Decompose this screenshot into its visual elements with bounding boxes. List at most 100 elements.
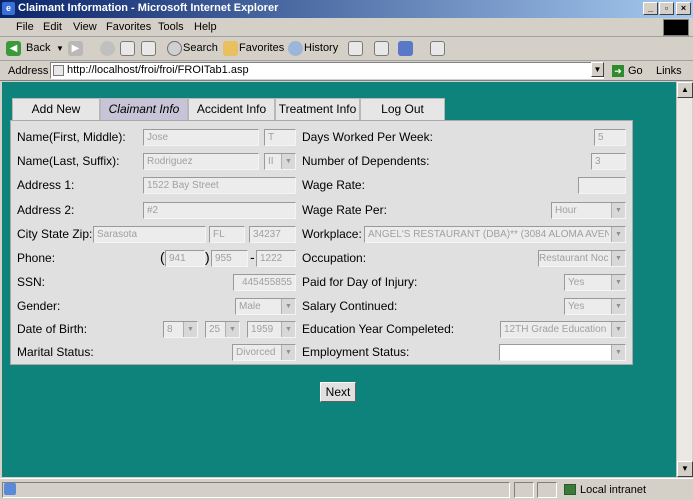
label-name-first: Name(First, Middle): (17, 130, 126, 144)
back-dropdown-icon[interactable]: ▼ (56, 44, 64, 53)
label-address1: Address 1: (17, 178, 75, 192)
search-icon[interactable] (167, 41, 182, 56)
minimize-button[interactable]: _ (643, 2, 658, 15)
state-field[interactable]: FL (209, 226, 245, 243)
page-icon (53, 65, 64, 76)
links-button[interactable]: Links (656, 65, 682, 77)
mail-icon[interactable] (348, 41, 363, 56)
label-ssn: SSN: (17, 275, 46, 289)
ssn-field[interactable]: 445455855 (233, 274, 296, 291)
gender-select[interactable]: Male ▼ (235, 298, 296, 315)
chevron-down-icon: ▼ (611, 203, 625, 218)
windows-logo-icon (663, 19, 689, 36)
dob-month-value: 8 (167, 324, 173, 335)
salary-continued-value: Yes (568, 301, 585, 312)
education-select[interactable]: 12TH Grade Education ▼ (500, 321, 626, 338)
dob-day-select[interactable]: 25 ▼ (205, 321, 240, 338)
vertical-scrollbar[interactable]: ▲ ▼ (676, 82, 693, 477)
status-segment-2 (537, 482, 557, 498)
menu-tools[interactable]: Tools (158, 21, 184, 33)
status-bar: Local intranet (0, 478, 693, 500)
menu-file[interactable]: File (16, 21, 34, 33)
forward-arrow-icon[interactable]: ▶ (68, 41, 83, 56)
address-input[interactable]: http://localhost/froi/froi/FROITab1.asp (50, 62, 604, 79)
address-url: http://localhost/froi/froi/FROITab1.asp (67, 64, 249, 76)
paid-injury-value: Yes (568, 277, 585, 288)
dependents-field[interactable]: 3 (591, 153, 626, 170)
search-button[interactable]: Search (183, 42, 218, 54)
menu-help[interactable]: Help (194, 21, 217, 33)
zip-field[interactable]: 34237 (249, 226, 296, 243)
edit-word-icon[interactable] (398, 41, 413, 56)
phone-prefix-field[interactable]: 955 (211, 250, 248, 267)
label-paid-injury: Paid for Day of Injury: (302, 275, 418, 289)
label-dob: Date of Birth: (17, 322, 88, 336)
dob-day-value: 25 (209, 324, 221, 335)
phone-area-field[interactable]: 941 (165, 250, 205, 267)
stop-icon[interactable] (100, 41, 115, 56)
refresh-icon[interactable] (120, 41, 135, 56)
label-dependents: Number of Dependents: (302, 154, 430, 168)
suffix-select[interactable]: II ▼ (264, 153, 296, 170)
marital-select[interactable]: Divorced ▼ (232, 344, 296, 361)
tab-log-out[interactable]: Log Out (360, 98, 445, 120)
salary-continued-select[interactable]: Yes ▼ (564, 298, 626, 315)
dob-year-select[interactable]: 1959 ▼ (247, 321, 296, 338)
discuss-icon[interactable] (430, 41, 445, 56)
workplace-value: ANGEL'S RESTAURANT (DBA)** (3084 ALOMA A… (368, 229, 609, 240)
employment-status-select[interactable]: ▼ (499, 344, 626, 361)
paid-injury-select[interactable]: Yes ▼ (564, 274, 626, 291)
chevron-down-icon: ▼ (183, 322, 197, 337)
workplace-select[interactable]: ANGEL'S RESTAURANT (DBA)** (3084 ALOMA A… (364, 226, 626, 243)
chevron-down-icon: ▼ (611, 251, 625, 266)
menu-edit[interactable]: Edit (43, 21, 62, 33)
last-name-field[interactable]: Rodriguez (143, 153, 259, 170)
close-button[interactable]: × (676, 2, 691, 15)
first-name-field[interactable]: Jose (143, 129, 259, 146)
wage-rate-per-select[interactable]: Hour ▼ (551, 202, 626, 219)
tab-add-new[interactable]: Add New (12, 98, 100, 120)
favorites-button[interactable]: Favorites (239, 42, 284, 54)
go-arrow-icon[interactable]: ➜ (612, 65, 624, 77)
back-button[interactable]: Back (26, 42, 50, 54)
menu-view[interactable]: View (73, 21, 97, 33)
tab-treatment-info[interactable]: Treatment Info (275, 98, 360, 120)
city-field[interactable]: Sarasota (93, 226, 206, 243)
suffix-value: II (268, 156, 274, 167)
restore-button[interactable]: ▫ (659, 2, 674, 15)
address-dropdown-icon[interactable]: ▼ (591, 62, 604, 77)
gender-value: Male (239, 301, 261, 312)
menu-favorites[interactable]: Favorites (106, 21, 151, 33)
label-phone: Phone: (17, 251, 56, 265)
label-education: Education Year Compeleted: (302, 322, 455, 336)
tab-accident-info[interactable]: Accident Info (188, 98, 275, 120)
chevron-down-icon: ▼ (611, 322, 625, 337)
scroll-up-icon[interactable]: ▲ (677, 82, 693, 98)
dob-month-select[interactable]: 8 ▼ (163, 321, 198, 338)
history-button[interactable]: History (304, 42, 338, 54)
wage-rate-field[interactable] (578, 177, 626, 194)
toolbar: ◀ Back ▼ ▶ Search Favorites History (0, 37, 693, 61)
next-button[interactable]: Next (320, 382, 356, 402)
label-marital: Marital Status: (17, 345, 94, 359)
favorites-icon[interactable] (223, 41, 238, 56)
phone-line-field[interactable]: 1222 (256, 250, 296, 267)
scroll-down-icon[interactable]: ▼ (677, 461, 693, 477)
go-button[interactable]: Go (628, 65, 643, 77)
days-worked-field[interactable]: 5 (594, 129, 626, 146)
history-icon[interactable] (288, 41, 303, 56)
middle-name-field[interactable]: T (264, 129, 296, 146)
zone-label: Local intranet (580, 484, 647, 496)
address1-field[interactable]: 1522 Bay Street (143, 177, 296, 194)
chevron-down-icon: ▼ (611, 345, 625, 360)
print-icon[interactable] (374, 41, 389, 56)
occupation-select[interactable]: Restaurant Noc ▼ (538, 250, 626, 267)
chevron-down-icon: ▼ (611, 299, 625, 314)
home-icon[interactable] (141, 41, 156, 56)
chevron-down-icon: ▼ (225, 322, 239, 337)
label-gender: Gender: (17, 299, 61, 313)
address2-field[interactable]: #2 (143, 202, 296, 219)
back-arrow-icon[interactable]: ◀ (6, 41, 21, 56)
chevron-down-icon: ▼ (281, 154, 295, 169)
tab-claimant-info[interactable]: Claimant Info (100, 98, 188, 120)
